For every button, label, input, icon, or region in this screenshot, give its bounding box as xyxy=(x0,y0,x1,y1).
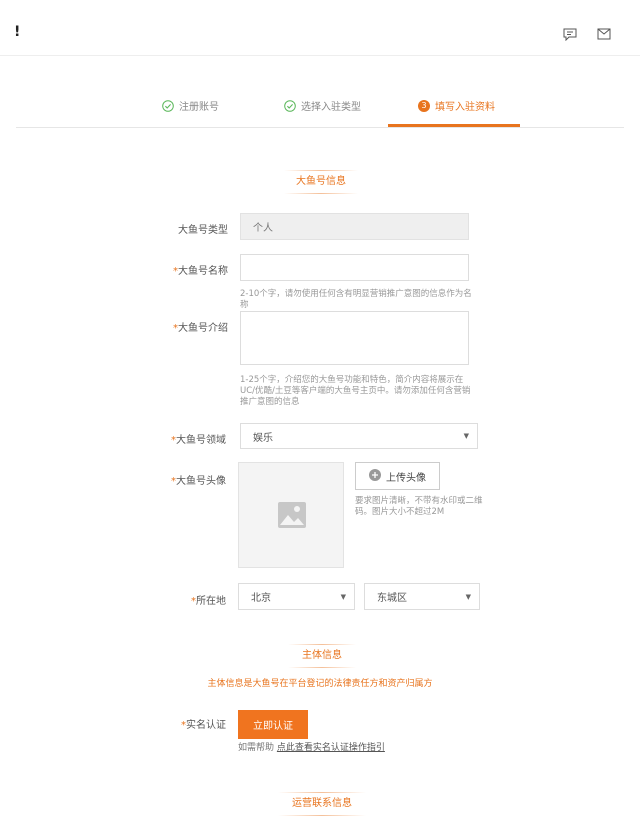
step-select-type: 选择入驻类型 xyxy=(284,98,361,113)
account-type-field: 个人 xyxy=(240,213,469,240)
step-number: 3 xyxy=(418,99,430,112)
check-circle-icon xyxy=(162,99,174,112)
image-placeholder-icon xyxy=(277,501,307,532)
message-icon[interactable] xyxy=(563,28,579,42)
active-step-underline xyxy=(388,124,520,127)
account-field-label: *大鱼号领域 xyxy=(171,435,226,446)
district-select[interactable]: 东城区 ▼ xyxy=(364,583,480,610)
account-type-label: 大鱼号类型 xyxy=(178,225,228,236)
section-title-account: 大鱼号信息 xyxy=(284,170,358,194)
top-bar xyxy=(0,0,640,56)
account-avatar-label: *大鱼号头像 xyxy=(171,476,226,487)
real-name-label: *实名认证 xyxy=(181,720,226,731)
location-label: *所在地 xyxy=(191,596,226,607)
avatar-preview xyxy=(238,462,344,568)
account-name-label: *大鱼号名称 xyxy=(173,266,228,277)
check-circle-icon xyxy=(284,99,296,112)
account-intro-label: *大鱼号介绍 xyxy=(173,323,228,334)
step-fill-info: 3 填写入驻资料 xyxy=(418,98,495,113)
province-select[interactable]: 北京 ▼ xyxy=(238,583,355,610)
step-label: 注册账号 xyxy=(179,102,219,113)
mail-icon[interactable] xyxy=(597,28,613,42)
account-name-input[interactable] xyxy=(240,254,469,281)
verify-help: 如需帮助 点此查看实名认证操作指引 xyxy=(238,743,385,753)
verify-now-button[interactable]: 立即认证 xyxy=(238,710,308,739)
dropdown-arrow-icon: ▼ xyxy=(340,592,346,601)
account-field-select[interactable]: 娱乐 ▼ xyxy=(240,423,478,449)
section-title-subject: 主体信息 xyxy=(288,644,356,668)
upload-avatar-button[interactable]: 上传头像 xyxy=(355,462,440,490)
account-intro-textarea[interactable] xyxy=(240,311,469,365)
plus-circle-icon xyxy=(369,468,381,484)
account-name-hint: 2-10个字，请勿使用任何含有明显营销推广意图的信息作为名称 xyxy=(240,289,472,310)
dropdown-arrow-icon: ▼ xyxy=(463,432,469,440)
step-register: 注册账号 xyxy=(162,98,219,113)
dropdown-arrow-icon: ▼ xyxy=(465,592,471,601)
step-label: 填写入驻资料 xyxy=(435,102,495,113)
subject-description: 主体信息是大鱼号在平台登记的法律责任方和资产归属方 xyxy=(207,679,433,689)
avatar-hint: 要求图片清晰，不带有水印或二维码。图片大小不超过2M xyxy=(355,496,483,517)
step-label: 选择入驻类型 xyxy=(301,102,361,113)
step-progress: 注册账号 选择入驻类型 3 填写入驻资料 xyxy=(16,56,624,128)
logo: ! xyxy=(14,24,21,40)
verify-guide-link[interactable]: 点此查看实名认证操作指引 xyxy=(277,743,385,753)
section-title-contact: 运营联系信息 xyxy=(278,792,366,816)
account-intro-hint: 1-25个字，介绍您的大鱼号功能和特色，简介内容将展示在UC/优酷/土豆等客户端… xyxy=(240,375,471,407)
